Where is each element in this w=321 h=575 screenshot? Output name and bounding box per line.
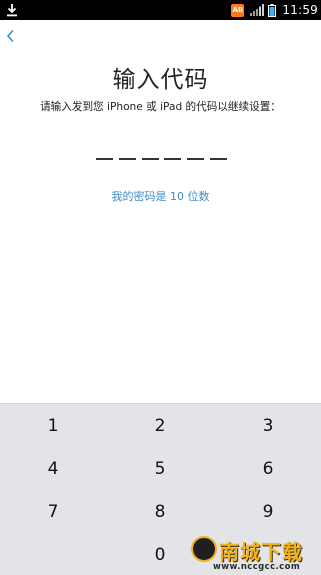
key-5[interactable]: 5 [125,451,195,487]
key-2[interactable]: 2 [125,408,195,444]
download-icon [7,4,17,17]
page-title: 输入代码 [112,67,209,93]
numeric-keypad: 1 2 3 4 5 6 7 8 9 0 [0,403,321,575]
app-notification-icon: AB [231,3,245,17]
key-7[interactable]: 7 [18,494,88,530]
key-4[interactable]: 4 [18,451,88,487]
status-bar: AB 11:59 [0,0,321,20]
chevron-left-icon [6,30,14,42]
ten-digit-code-link[interactable]: 我的密码是 10 位数 [0,188,321,204]
subtitle: 请输入发到您 iPhone 或 iPad 的代码以继续设置： [40,101,281,113]
code-slot [209,158,227,160]
key-1[interactable]: 1 [18,408,88,444]
code-slot [96,158,113,160]
code-slot [187,158,205,160]
signal-icon [250,4,265,16]
code-input[interactable] [96,158,227,162]
key-3[interactable]: 3 [233,408,303,444]
code-slot [118,158,136,160]
key-0[interactable]: 0 [125,537,195,573]
key-6[interactable]: 6 [233,451,303,487]
status-time: 11:59 [282,3,318,17]
status-right: AB 11:59 [231,0,321,20]
battery-icon [268,3,277,17]
key-8[interactable]: 8 [125,494,195,530]
back-button[interactable] [3,27,21,45]
code-slot [141,158,159,160]
screen: AB 11:59 输入代码 请输入发到您 iPhone 或 iPad 的代码以继… [0,0,321,575]
key-9[interactable]: 9 [233,494,303,530]
code-slot [164,158,182,160]
